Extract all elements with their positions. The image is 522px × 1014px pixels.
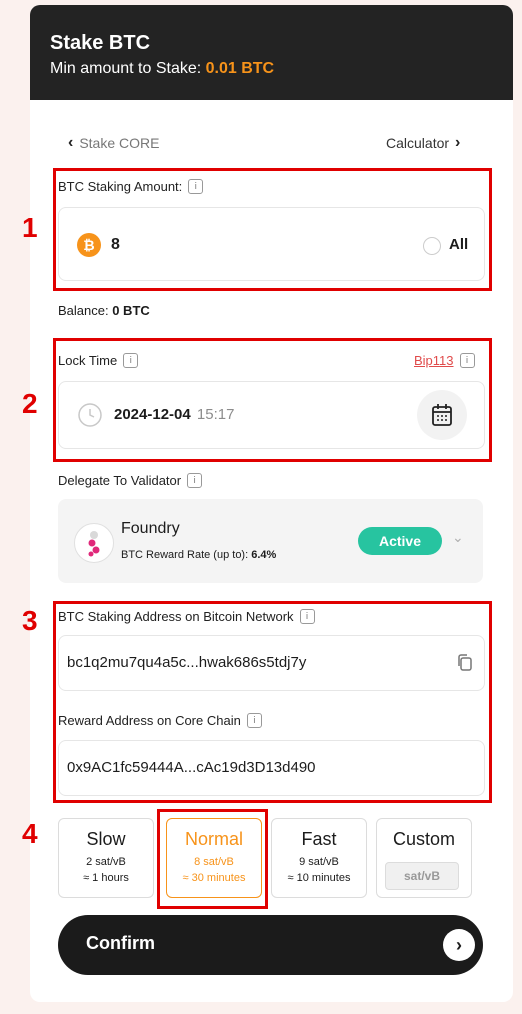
fee-option-slow[interactable]: Slow 2 sat/vB ≈ 1 hours bbox=[58, 818, 154, 898]
validator-name: Foundry bbox=[121, 520, 180, 537]
annotation-box-4 bbox=[157, 809, 268, 909]
reward-rate: BTC Reward Rate (up to): 6.4% bbox=[121, 549, 276, 561]
min-amount-value: 0.01 BTC bbox=[205, 60, 275, 77]
chevron-left-icon: ‹ bbox=[68, 134, 74, 151]
fee-time: ≈ 10 minutes bbox=[287, 872, 351, 884]
annotation-box-3 bbox=[53, 601, 492, 803]
validator-selector[interactable]: Foundry BTC Reward Rate (up to): 6.4% Ac… bbox=[58, 499, 483, 583]
min-amount-label: Min amount to Stake: bbox=[50, 60, 206, 77]
delegate-validator-label: Delegate To Validator i bbox=[58, 473, 203, 488]
foundry-logo-icon bbox=[88, 531, 100, 557]
balance-value: 0 BTC bbox=[112, 303, 150, 318]
fee-name: Custom bbox=[392, 829, 455, 849]
fee-time: ≈ 1 hours bbox=[83, 872, 129, 884]
chevron-down-icon[interactable]: ⌄ bbox=[452, 529, 464, 546]
reward-rate-value: 6.4% bbox=[251, 549, 277, 561]
annotation-number-3: 3 bbox=[22, 605, 38, 636]
annotation-number-4: 4 bbox=[22, 818, 38, 849]
annotation-number-2: 2 bbox=[22, 388, 38, 419]
fee-name: Slow bbox=[86, 829, 126, 849]
chevron-right-icon: › bbox=[455, 134, 461, 151]
info-icon[interactable]: i bbox=[187, 473, 203, 488]
fee-option-custom[interactable]: Custom sat/vB bbox=[376, 818, 472, 898]
custom-fee-input[interactable]: sat/vB bbox=[385, 862, 459, 890]
fee-rate: 9 sat/vB bbox=[299, 856, 339, 868]
min-amount-text: Min amount to Stake: 0.01 BTC bbox=[50, 60, 274, 78]
fee-option-fast[interactable]: Fast 9 sat/vB ≈ 10 minutes bbox=[271, 818, 367, 898]
page-title: Stake BTC bbox=[50, 32, 151, 54]
status-badge: Active bbox=[358, 527, 442, 555]
header: Stake BTC Min amount to Stake: 0.01 BTC bbox=[30, 5, 513, 100]
delegate-validator-label-text: Delegate To Validator bbox=[58, 473, 182, 488]
annotation-number-1: 1 bbox=[22, 212, 38, 243]
chevron-right-icon: › bbox=[443, 929, 475, 961]
stake-btc-card: Stake BTC Min amount to Stake: 0.01 BTC … bbox=[30, 5, 513, 1002]
calculator-link[interactable]: Calculator › bbox=[386, 134, 461, 152]
balance-text: Balance: 0 BTC bbox=[58, 303, 150, 318]
stake-core-label: Stake CORE bbox=[79, 135, 160, 151]
stake-core-link[interactable]: ‹ Stake CORE bbox=[68, 134, 160, 152]
confirm-label: Confirm bbox=[86, 933, 155, 953]
fee-rate: 2 sat/vB bbox=[86, 856, 126, 868]
confirm-button[interactable]: Confirm › bbox=[58, 915, 483, 975]
balance-label: Balance: bbox=[58, 303, 109, 318]
annotation-box-1 bbox=[53, 168, 492, 291]
calculator-label: Calculator bbox=[386, 135, 450, 151]
annotation-box-2 bbox=[53, 338, 492, 462]
fee-name: Fast bbox=[301, 829, 337, 849]
foundry-logo bbox=[74, 523, 114, 563]
reward-rate-label: BTC Reward Rate (up to): bbox=[121, 549, 249, 561]
